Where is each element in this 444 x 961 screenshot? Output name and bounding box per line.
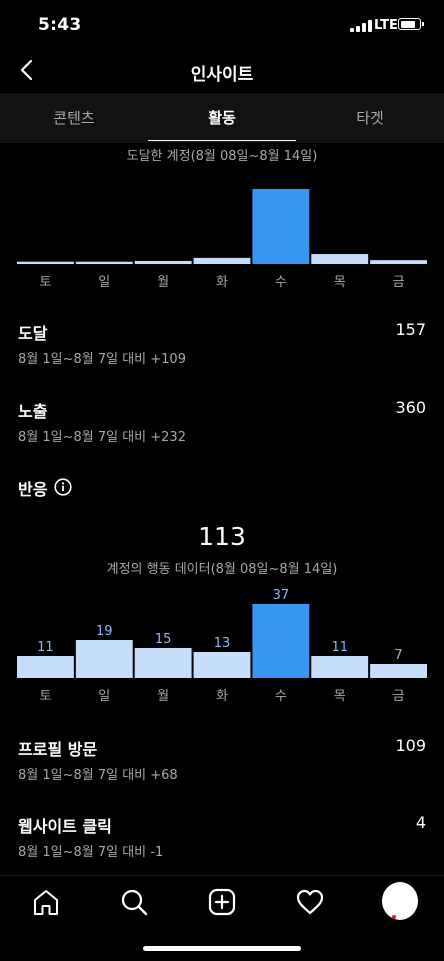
chart-data-label-6: 7 — [394, 648, 402, 663]
chart-bar-2 — [134, 648, 192, 678]
chart-tick-label-5: 목 — [334, 275, 346, 290]
network-type: LTE — [374, 18, 398, 33]
signal-icon — [350, 20, 372, 32]
chart-bar-1 — [75, 261, 133, 264]
heart-icon[interactable] — [294, 886, 326, 918]
search-glyph — [121, 889, 148, 916]
chart-bar-6 — [370, 664, 427, 678]
website-clicks-value: 4 — [415, 813, 426, 832]
chart-tick-label-2: 월 — [157, 689, 169, 704]
page-title: 인사이트 — [190, 65, 254, 85]
tab-content[interactable]: 콘텐츠 — [0, 95, 148, 143]
home-icon[interactable] — [30, 886, 62, 918]
reach-comparison: 8월 1일~8월 7일 대비 +109 — [18, 352, 186, 367]
chart-bar-1 — [75, 640, 133, 678]
website-clicks-comparison: 8월 1일~8월 7일 대비 -1 — [18, 845, 164, 860]
chart-tick-label-6: 금 — [393, 275, 405, 290]
interactions-chart: 11 토 19 일 15 월 13 화 37 수 11 목 7 금 — [16, 582, 428, 708]
info-icon[interactable] — [54, 478, 72, 496]
interactions-total: 113 — [198, 522, 246, 551]
website-clicks-stat[interactable]: 웹사이트 클릭 4 8월 1일~8월 7일 대비 -1 — [18, 813, 426, 863]
chart-bar-6 — [370, 260, 427, 264]
status-time: 5:43 — [38, 15, 82, 35]
chart-bar-5 — [311, 656, 369, 678]
add-post-icon[interactable] — [206, 886, 238, 918]
chart-tick-label-2: 월 — [157, 275, 169, 290]
reach-value: 157 — [395, 320, 426, 339]
active-tab-indicator — [148, 140, 296, 141]
interactions-bar-chart: 11 토 19 일 15 월 13 화 37 수 11 목 7 금 — [17, 588, 427, 704]
home-indicator — [143, 946, 301, 951]
chart-data-label-4: 37 — [273, 588, 290, 603]
chart-bar-3 — [193, 257, 251, 264]
battery-icon — [398, 18, 424, 30]
search-icon[interactable] — [118, 886, 150, 918]
chart-bar-5 — [311, 254, 369, 264]
heart-glyph — [296, 889, 324, 915]
chart-tick-label-0: 토 — [39, 689, 51, 704]
profile-visits-label: 프로필 방문 — [18, 740, 98, 759]
chart-tick-label-3: 화 — [216, 689, 228, 704]
home-glyph — [34, 890, 58, 915]
reach-chart: 토일월화수목금 — [16, 166, 428, 292]
reach-stat[interactable]: 도달 157 8월 1일~8월 7일 대비 +109 — [18, 320, 426, 370]
profile-visits-stat[interactable]: 프로필 방문 109 8월 1일~8월 7일 대비 +68 — [18, 736, 426, 786]
chart-data-label-3: 13 — [214, 636, 231, 651]
chart-bar-4 — [252, 189, 310, 264]
reach-chart-caption: 도달한 계정(8월 08일~8월 14일) — [126, 149, 318, 164]
chart-tick-label-4: 수 — [275, 275, 287, 290]
chart-bar-4 — [252, 604, 310, 678]
chart-tick-label-1: 일 — [98, 275, 110, 290]
chart-data-label-0: 11 — [37, 640, 54, 655]
chart-data-label-2: 15 — [155, 632, 172, 647]
chart-bar-0 — [17, 656, 74, 678]
tab-activity[interactable]: 활동 — [148, 95, 296, 143]
chart-tick-label-0: 토 — [39, 275, 51, 290]
reach-bar-chart: 토일월화수목금 — [17, 189, 427, 290]
add-post-glyph — [208, 888, 236, 916]
avatar-mark — [392, 915, 396, 919]
chart-bar-3 — [193, 652, 251, 678]
chart-tick-label-1: 일 — [98, 689, 110, 704]
chart-bar-2 — [134, 260, 192, 264]
chart-bar-0 — [17, 261, 74, 264]
chart-tick-label-3: 화 — [216, 275, 228, 290]
reach-label: 도달 — [18, 324, 48, 343]
chart-data-label-5: 11 — [331, 640, 348, 655]
impressions-stat[interactable]: 노출 360 8월 1일~8월 7일 대비 +232 — [18, 398, 426, 448]
insights-tabs: 콘텐츠 활동 타겟 — [0, 94, 444, 143]
status-bar: 5:43 LTE — [0, 0, 444, 54]
tab-audience[interactable]: 타겟 — [296, 95, 444, 143]
chart-tick-label-6: 금 — [393, 689, 405, 704]
profile-visits-value: 109 — [395, 736, 426, 755]
info-circle-glyph — [54, 478, 72, 496]
battery-fill — [400, 20, 415, 28]
website-clicks-label: 웹사이트 클릭 — [18, 817, 112, 836]
chart-tick-label-5: 목 — [334, 689, 346, 704]
profile-avatar[interactable] — [382, 882, 418, 920]
interactions-title: 반응 — [18, 480, 48, 499]
bottom-tab-bar — [0, 875, 444, 961]
interactions-chart-caption: 계정의 행동 데이터(8월 08일~8월 14일) — [106, 562, 338, 577]
impressions-label: 노출 — [18, 402, 48, 421]
nav-header: 인사이트 — [0, 48, 444, 94]
chart-data-label-1: 19 — [96, 624, 113, 639]
profile-visits-comparison: 8월 1일~8월 7일 대비 +68 — [18, 768, 178, 783]
impressions-comparison: 8월 1일~8월 7일 대비 +232 — [18, 430, 186, 445]
impressions-value: 360 — [395, 398, 426, 417]
chart-tick-label-4: 수 — [275, 689, 287, 704]
